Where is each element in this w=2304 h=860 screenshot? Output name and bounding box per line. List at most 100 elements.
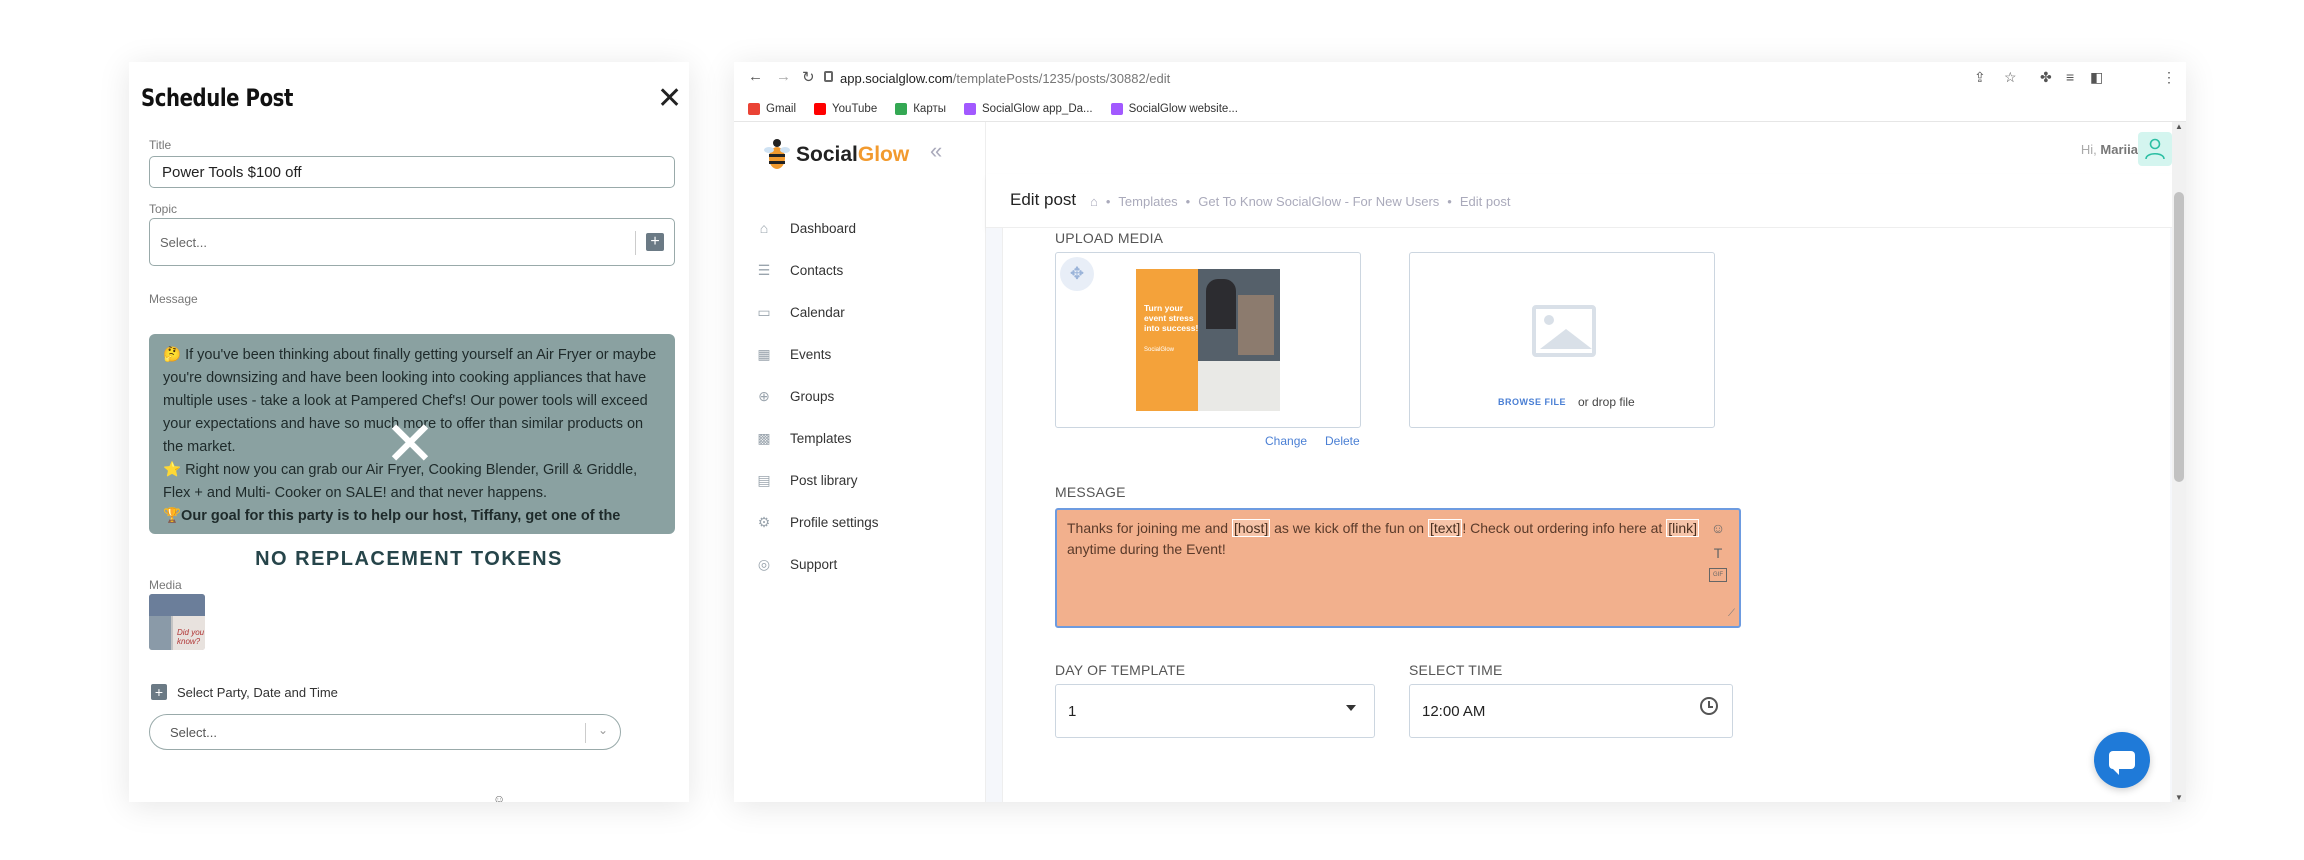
- sidebar-item-support[interactable]: ◎ Support: [756, 556, 837, 572]
- message-textarea[interactable]: Thanks for joining me and [host] as we k…: [1055, 508, 1741, 628]
- upload-media-label: UPLOAD MEDIA: [1055, 230, 1164, 246]
- message-toolbar: ☺ T GIF: [1709, 518, 1727, 586]
- app-sidebar: SocialGlow « ⌂ Dashboard ☰ Contacts ▭ Calen…: [734, 122, 986, 802]
- side-panel-icon[interactable]: ◧: [2090, 69, 2103, 86]
- chat-icon: [2109, 751, 2135, 775]
- sidebar-item-contacts[interactable]: ☰ Contacts: [756, 261, 844, 278]
- resize-handle-icon[interactable]: ⟋: [1728, 603, 1735, 624]
- message-preview: 🤔 If you've been thinking about finally …: [149, 334, 675, 534]
- brand-name: SocialGlow: [796, 143, 910, 166]
- close-icon[interactable]: ✕: [657, 84, 682, 114]
- reading-list-icon[interactable]: ≡: [2066, 69, 2074, 85]
- address-bar: ← → ↻ app.socialglow.com/templatePosts/1…: [734, 62, 2186, 96]
- party-select[interactable]: Select... ⌄: [149, 714, 621, 750]
- sidebar-item-post-library[interactable]: ▤ Post library: [756, 472, 857, 488]
- user-icon: [2145, 138, 2165, 160]
- logo[interactable]: SocialGlow: [764, 136, 909, 174]
- party-placeholder: Select...: [170, 724, 217, 740]
- title-label: Title: [149, 138, 172, 152]
- bookmark-maps[interactable]: Карты: [895, 102, 946, 115]
- sidebar-item-events[interactable]: ▦ Events: [756, 346, 831, 362]
- breadcrumb: ⌂ • Templates • Get To Know SocialGlow - F…: [1090, 194, 1511, 209]
- emoji-icon[interactable]: ☺: [493, 792, 505, 802]
- token-text: [text]: [1427, 519, 1463, 537]
- emoji-icon[interactable]: ☺: [1711, 518, 1725, 539]
- edit-post-form: UPLOAD MEDIA ✥ Turn your event stress in…: [1002, 228, 2170, 802]
- topic-placeholder: Select...: [160, 234, 207, 250]
- scroll-up-icon[interactable]: ▲: [2175, 122, 2183, 131]
- breadcrumb-template[interactable]: Get To Know SocialGlow - For New Users: [1198, 194, 1439, 209]
- app-topbar: Hi, Mariia: [986, 122, 2186, 174]
- delete-media-link[interactable]: Delete: [1325, 434, 1360, 448]
- home-icon: ⌂: [759, 220, 769, 236]
- select-time-input[interactable]: 12:00 AM: [1409, 684, 1733, 738]
- day-of-template-select[interactable]: 1: [1055, 684, 1375, 738]
- chat-button[interactable]: [2094, 732, 2150, 788]
- breadcrumb-templates[interactable]: Templates: [1118, 194, 1177, 209]
- collapse-sidebar-icon[interactable]: «: [930, 138, 942, 164]
- gif-icon[interactable]: GIF: [1709, 568, 1727, 582]
- token-link: [link]: [1666, 519, 1700, 537]
- contacts-icon: ☰: [757, 261, 771, 278]
- day-of-template-label: DAY OF TEMPLATE: [1055, 662, 1186, 678]
- panel-title: Schedule Post: [141, 84, 293, 112]
- media-thumbnail[interactable]: Did you know?: [149, 594, 205, 650]
- greeting: Hi, Mariia: [2080, 142, 2138, 157]
- avatar[interactable]: [2138, 132, 2172, 166]
- bookmark-gmail[interactable]: Gmail: [748, 102, 796, 115]
- change-media-link[interactable]: Change: [1265, 434, 1307, 448]
- media-slot-1: ✥ Turn your event stress into success! S…: [1055, 252, 1361, 428]
- topic-label: Topic: [149, 202, 178, 216]
- youtube-icon: [814, 102, 827, 115]
- star-icon[interactable]: ☆: [2004, 69, 2017, 86]
- title-input[interactable]: Power Tools $100 off: [149, 156, 675, 188]
- sidebar-item-groups[interactable]: ⊕ Groups: [756, 388, 834, 404]
- menu-icon[interactable]: ⋮: [2162, 69, 2176, 86]
- divider: [635, 231, 636, 255]
- browser-window: ← → ↻ app.socialglow.com/templatePosts/1…: [734, 62, 2186, 802]
- scrollbar-thumb[interactable]: [2174, 192, 2184, 482]
- url-text[interactable]: app.socialglow.com/templatePosts/1235/po…: [840, 71, 1170, 86]
- add-party-icon[interactable]: +: [151, 684, 167, 700]
- user-name: Mariia: [2100, 142, 2138, 157]
- bookmark-socialglow-app[interactable]: SocialGlow app_Da...: [964, 102, 1093, 115]
- topic-select[interactable]: Select... +: [149, 218, 675, 266]
- scroll-down-icon[interactable]: ▼: [2175, 793, 2183, 802]
- party-row[interactable]: + Select Party, Date and Time: [151, 684, 338, 700]
- home-icon[interactable]: ⌂: [1090, 194, 1098, 209]
- chevron-down-icon: ⌄: [597, 723, 608, 737]
- sidebar-item-profile-settings[interactable]: ⚙ Profile settings: [756, 514, 879, 530]
- page-scrollbar[interactable]: ▲ ▼: [2172, 122, 2186, 802]
- forward-icon[interactable]: →: [776, 68, 791, 85]
- figma-icon: [1110, 102, 1123, 115]
- maps-icon: [895, 102, 908, 115]
- message-label: MESSAGE: [1055, 484, 1126, 500]
- bookmark-youtube[interactable]: YouTube: [814, 102, 877, 115]
- browse-file-button[interactable]: BROWSE FILE: [1498, 397, 1566, 407]
- extensions-icon[interactable]: ✤: [2040, 69, 2052, 86]
- main-content: UPLOAD MEDIA ✥ Turn your event stress in…: [986, 228, 2186, 802]
- support-icon: ◎: [757, 555, 771, 572]
- text-format-icon[interactable]: T: [1714, 543, 1723, 564]
- sidebar-item-dashboard[interactable]: ⌂ Dashboard: [756, 220, 856, 236]
- bee-logo-icon: [764, 139, 790, 169]
- back-icon[interactable]: ←: [748, 68, 763, 85]
- reload-icon[interactable]: ↻: [802, 68, 815, 86]
- caret-down-icon: [1346, 705, 1356, 711]
- add-topic-icon[interactable]: +: [646, 233, 664, 251]
- drop-file-label: or drop file: [1578, 395, 1635, 409]
- media-label: Media: [149, 578, 182, 592]
- sidebar-item-templates[interactable]: ▩ Templates: [756, 430, 851, 446]
- page-title: Edit post: [1010, 190, 1077, 209]
- divider: [585, 723, 586, 743]
- image-placeholder-icon: [1532, 305, 1596, 357]
- promo-brand: SocialGlow: [1144, 347, 1175, 353]
- events-icon: ▦: [757, 345, 771, 362]
- bookmark-socialglow-website[interactable]: SocialGlow website...: [1110, 102, 1238, 115]
- clock-icon[interactable]: [1700, 697, 1718, 715]
- close-overlay-icon[interactable]: ✕: [384, 414, 436, 476]
- media-slot-2[interactable]: BROWSE FILE or drop file: [1409, 252, 1715, 428]
- sidebar-item-calendar[interactable]: ▭ Calendar: [756, 304, 844, 320]
- move-icon[interactable]: ✥: [1060, 257, 1094, 291]
- share-icon[interactable]: ⇪: [1974, 69, 1986, 86]
